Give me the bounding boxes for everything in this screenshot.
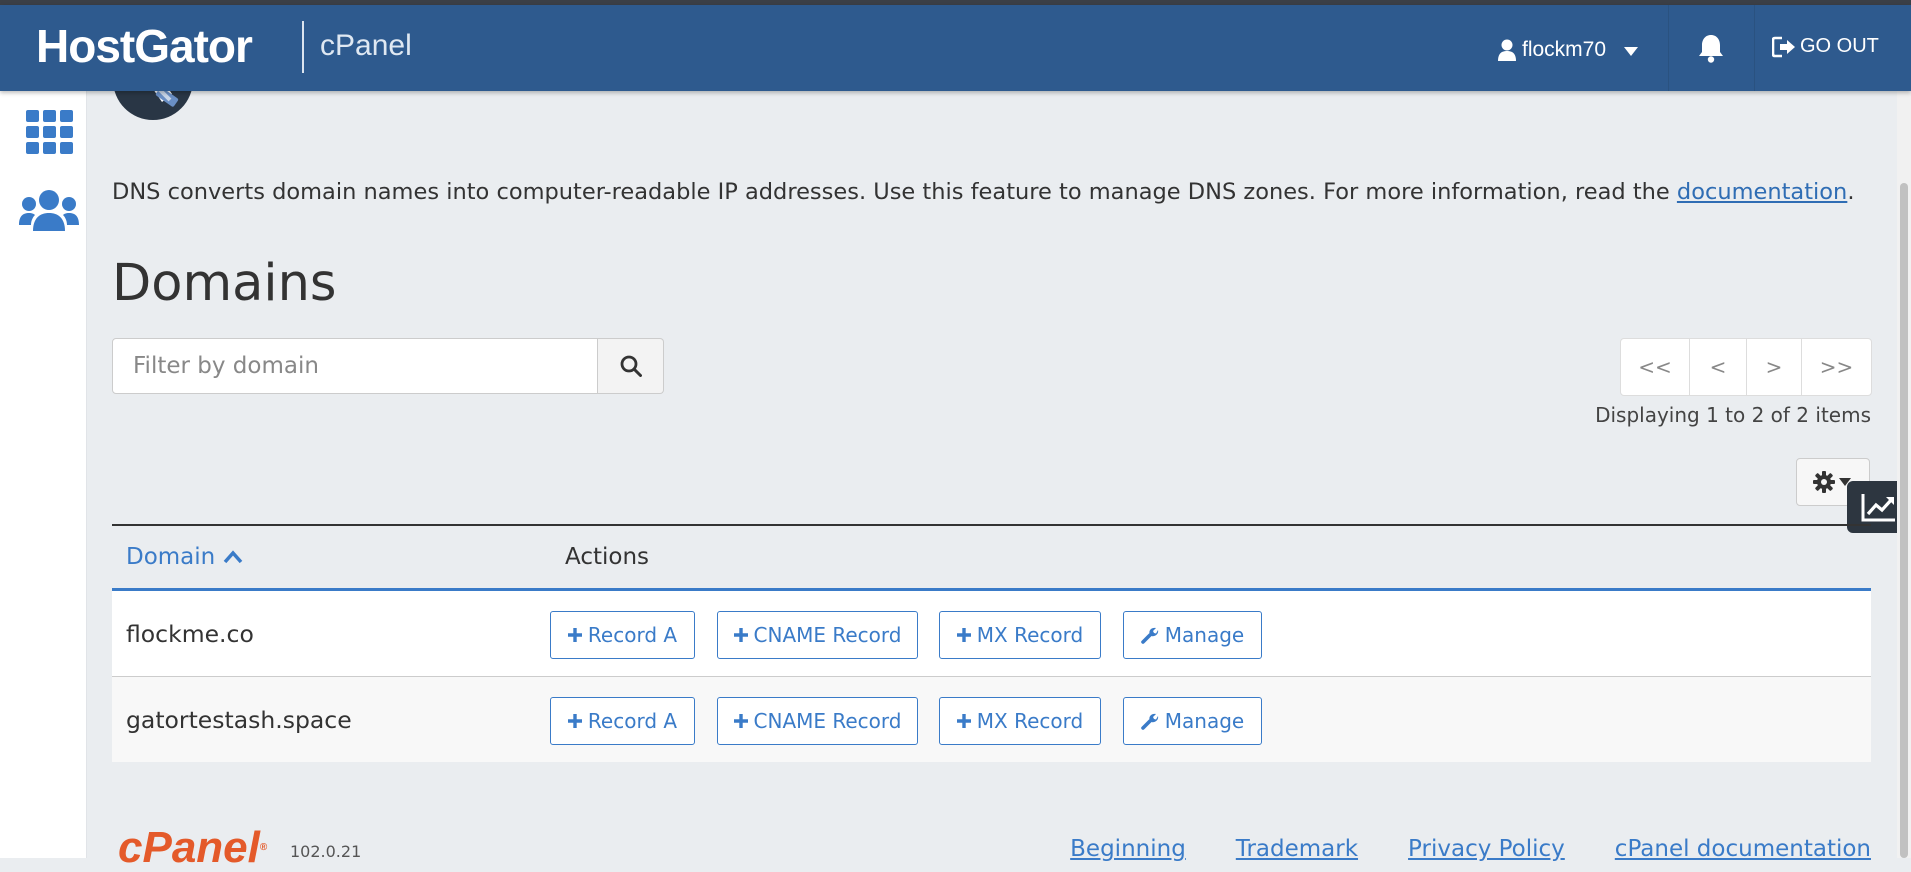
- sort-ascending-icon: [223, 550, 243, 564]
- prev-page-button[interactable]: <: [1689, 339, 1746, 395]
- brand-divider: [302, 21, 304, 73]
- user-menu-button[interactable]: flockm70: [1498, 33, 1639, 67]
- cpanel-logo-text: cPanel: [118, 823, 260, 872]
- plus-icon: [956, 714, 971, 728]
- sidebar: [0, 91, 87, 858]
- intro-body: DNS converts domain names into computer-…: [112, 179, 1677, 205]
- manage-button[interactable]: Manage: [1123, 697, 1262, 745]
- hostgator-logo[interactable]: HostGator: [36, 23, 253, 69]
- add-mx-record-button[interactable]: MX Record: [939, 697, 1101, 745]
- cpanel-logo: cPanel®: [118, 823, 268, 872]
- domain-filter: [112, 338, 664, 394]
- button-label: Manage: [1164, 623, 1245, 647]
- plus-icon: [733, 714, 748, 728]
- search-button[interactable]: [598, 338, 664, 394]
- button-label: CNAME Record: [753, 709, 902, 733]
- documentation-link[interactable]: documentation: [1677, 179, 1847, 205]
- add-mx-record-button[interactable]: MX Record: [939, 611, 1101, 659]
- domain-column-label: Domain: [126, 544, 216, 570]
- top-header: HostGator cPanel flockm70 GO OUT: [0, 5, 1911, 91]
- product-name: cPanel: [320, 29, 412, 62]
- user-icon: [1498, 39, 1516, 61]
- gear-icon: [1813, 471, 1835, 493]
- button-label: MX Record: [976, 709, 1084, 733]
- footer-link-trademark[interactable]: Trademark: [1236, 836, 1358, 862]
- pagination-status: Displaying 1 to 2 of 2 items: [1595, 403, 1871, 427]
- add-a-record-button[interactable]: Record A: [550, 697, 695, 745]
- signout-button[interactable]: GO OUT: [1772, 35, 1879, 58]
- add-a-record-button[interactable]: Record A: [550, 611, 695, 659]
- button-label: MX Record: [976, 623, 1084, 647]
- header-separator: [1754, 5, 1755, 91]
- domain-cell: flockme.co: [126, 619, 254, 648]
- page-title: Domains: [112, 254, 337, 313]
- version-label: 102.0.21: [290, 842, 362, 861]
- button-label: Record A: [587, 709, 678, 733]
- grid-icon[interactable]: [26, 110, 74, 158]
- scrollbar-thumb[interactable]: [1900, 183, 1908, 858]
- add-cname-record-button[interactable]: CNAME Record: [717, 697, 918, 745]
- sign-out-icon: [1772, 36, 1800, 58]
- plus-icon: [956, 628, 971, 642]
- header-separator: [1668, 5, 1669, 91]
- pagination: << < > >>: [1620, 338, 1872, 396]
- footer-link-privacy-policy[interactable]: Privacy Policy: [1408, 836, 1565, 862]
- manage-button[interactable]: Manage: [1123, 611, 1262, 659]
- next-page-button[interactable]: >: [1746, 339, 1801, 395]
- plus-icon: [567, 628, 582, 642]
- footer-links: Beginning Trademark Privacy Policy cPane…: [1020, 836, 1871, 862]
- last-page-button[interactable]: >>: [1801, 339, 1871, 395]
- chevron-down-icon: [1624, 38, 1639, 62]
- plus-icon: [567, 714, 582, 728]
- username-label: flockm70: [1522, 38, 1607, 61]
- bell-icon[interactable]: [1697, 33, 1725, 63]
- wrench-icon: [1140, 712, 1159, 730]
- first-page-button[interactable]: <<: [1621, 339, 1689, 395]
- domain-cell: gatortestash.space: [126, 705, 352, 734]
- table-row: flockme.co Record A CNAME Record MX Reco…: [112, 591, 1871, 677]
- users-icon[interactable]: [19, 189, 79, 237]
- wrench-icon: [1140, 626, 1159, 644]
- button-label: Manage: [1164, 709, 1245, 733]
- domains-table: Domain Actions flockme.co Record A CNAME…: [112, 524, 1871, 762]
- intro-tail: .: [1847, 179, 1855, 205]
- add-cname-record-button[interactable]: CNAME Record: [717, 611, 918, 659]
- footer-link-beginning[interactable]: Beginning: [1070, 836, 1186, 862]
- page-scrollbar[interactable]: [1897, 91, 1911, 858]
- search-icon: [620, 355, 642, 377]
- intro-text: DNS converts domain names into computer-…: [112, 178, 1854, 206]
- filter-input[interactable]: [112, 338, 599, 394]
- footer-link-cpanel-documentation[interactable]: cPanel documentation: [1615, 836, 1871, 862]
- button-label: CNAME Record: [753, 623, 902, 647]
- table-header: Domain Actions: [112, 524, 1871, 591]
- domain-column-header[interactable]: Domain: [126, 526, 243, 588]
- plus-icon: [733, 628, 748, 642]
- actions-column-header: Actions: [565, 544, 650, 570]
- button-label: Record A: [587, 623, 678, 647]
- signout-label: GO OUT: [1800, 35, 1879, 57]
- table-row: gatortestash.space Record A CNAME Record…: [112, 677, 1871, 762]
- trend-chart-icon: [1861, 492, 1897, 522]
